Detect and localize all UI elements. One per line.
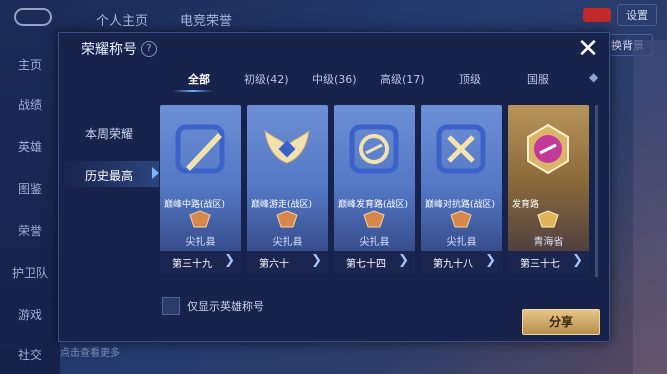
honor-title-modal: 荣耀称号 ? ✕ 本周荣耀 历史最高 全部 初级(42) 中级(36) 高级(1… (58, 32, 610, 342)
chevron-right-icon[interactable]: ❯ (398, 253, 409, 268)
card-region: 青海省 (533, 237, 564, 248)
rank-emblem-icon (537, 210, 559, 228)
title-card[interactable]: 巅峰游走(战区) 尖扎县 第六十 ❯ (247, 105, 328, 273)
background-sidebar: 主页 战绩 英雄 图鉴 荣誉 护卫队 游戏 社交 (0, 0, 60, 374)
card-rank-row: 第七十四 ❯ (334, 251, 415, 273)
tab-esports[interactable]: 电竞荣誉 (180, 10, 232, 29)
hero-title-only-checkbox[interactable] (162, 297, 180, 315)
tab-advanced[interactable]: 高级(17) (380, 71, 425, 87)
background-right-strip (633, 40, 667, 374)
modal-header: 荣耀称号 ? ✕ (59, 33, 609, 63)
share-button[interactable]: 分享 (522, 309, 600, 335)
card-region: 尖扎县 (446, 237, 477, 248)
slash-icon (175, 124, 225, 174)
card-rank: 第三十九 (172, 259, 212, 270)
card-rank: 第三十七 (520, 259, 560, 270)
rank-emblem-icon (189, 210, 211, 228)
tab-beginner[interactable]: 初级(42) (244, 71, 289, 87)
tab-national[interactable]: 国服 (527, 71, 549, 87)
settings-button[interactable]: 设置 (617, 4, 657, 26)
sidebar-item-guard[interactable]: 护卫队 (0, 264, 60, 281)
nav-item-weekly[interactable]: 本周荣耀 (59, 125, 159, 142)
chevron-right-icon[interactable]: ❯ (311, 253, 322, 268)
card-rank-row: 第六十 ❯ (247, 251, 328, 273)
modal-title: 荣耀称号 (81, 42, 137, 58)
tab-top[interactable]: 顶级 (459, 71, 481, 87)
sidebar-item-codex[interactable]: 图鉴 (0, 180, 60, 197)
card-rank-row: 第三十九 ❯ (160, 251, 241, 273)
card-rank: 第七十四 (346, 259, 386, 270)
chevron-right-icon[interactable]: ❯ (224, 253, 235, 268)
card-region: 尖扎县 (359, 237, 390, 248)
bottom-hint: 点击查看更多 (60, 348, 120, 359)
sidebar-item-heroes[interactable]: 英雄 (0, 138, 60, 155)
tab-active-underline (173, 90, 213, 92)
title-card[interactable]: 巅峰对抗路(战区) 尖扎县 第九十八 ❯ (421, 105, 502, 273)
app-logo-icon (14, 8, 52, 26)
top-right-controls: 设置 (583, 4, 657, 26)
chevron-right-icon[interactable]: ❯ (572, 253, 583, 268)
tabs-scroll-arrow-icon[interactable]: ◆ (589, 70, 598, 84)
card-region: 尖扎县 (272, 237, 303, 248)
rank-emblem-icon (450, 210, 472, 228)
sidebar-item-honor[interactable]: 荣誉 (0, 222, 60, 239)
left-nav: 本周荣耀 历史最高 (59, 63, 159, 341)
title-cards: 巅峰中路(战区) 尖扎县 第三十九 ❯ 巅峰游走(战区) 尖扎县 第六十 ❯ 巅… (160, 105, 598, 277)
target-icon (349, 124, 399, 174)
card-rank-row: 第九十八 ❯ (421, 251, 502, 273)
close-button[interactable]: ✕ (575, 36, 601, 63)
chevron-right-icon[interactable]: ❯ (485, 253, 496, 268)
tier-tabs: 全部 初级(42) 中级(36) 高级(17) 顶级 国服 ◆ (159, 70, 599, 93)
notification-badge[interactable] (583, 8, 611, 22)
cards-scrollbar[interactable] (595, 105, 598, 277)
rank-emblem-icon (363, 210, 385, 228)
title-card[interactable]: 巅峰发育路(战区) 尖扎县 第七十四 ❯ (334, 105, 415, 273)
nav-item-history-best[interactable]: 历史最高 (59, 167, 159, 184)
checkbox-label: 仅显示英雄称号 (187, 300, 264, 313)
tab-intermediate[interactable]: 中级(36) (312, 71, 357, 87)
card-rank: 第九十八 (433, 259, 473, 270)
card-region: 尖扎县 (185, 237, 216, 248)
card-title: 发育路 (512, 200, 540, 210)
title-card[interactable]: 巅峰中路(战区) 尖扎县 第三十九 ❯ (160, 105, 241, 273)
sidebar-item-records[interactable]: 战绩 (0, 96, 60, 113)
tab-profile[interactable]: 个人主页 (96, 10, 148, 29)
card-rank-row: 第三十七 ❯ (508, 251, 589, 273)
help-icon[interactable]: ? (141, 41, 157, 57)
sidebar-item-games[interactable]: 游戏 (0, 306, 60, 323)
gold-medal-icon (527, 123, 569, 175)
title-card[interactable]: 发育路 青海省 第三十七 ❯ (508, 105, 589, 273)
card-rank: 第六十 (259, 259, 289, 270)
rank-emblem-icon (276, 210, 298, 228)
wings-icon (264, 129, 310, 164)
tab-all[interactable]: 全部 (188, 71, 210, 87)
cross-icon (436, 124, 486, 174)
sidebar-item-home[interactable]: 主页 (0, 56, 60, 73)
sidebar-item-social[interactable]: 社交 (0, 346, 60, 363)
